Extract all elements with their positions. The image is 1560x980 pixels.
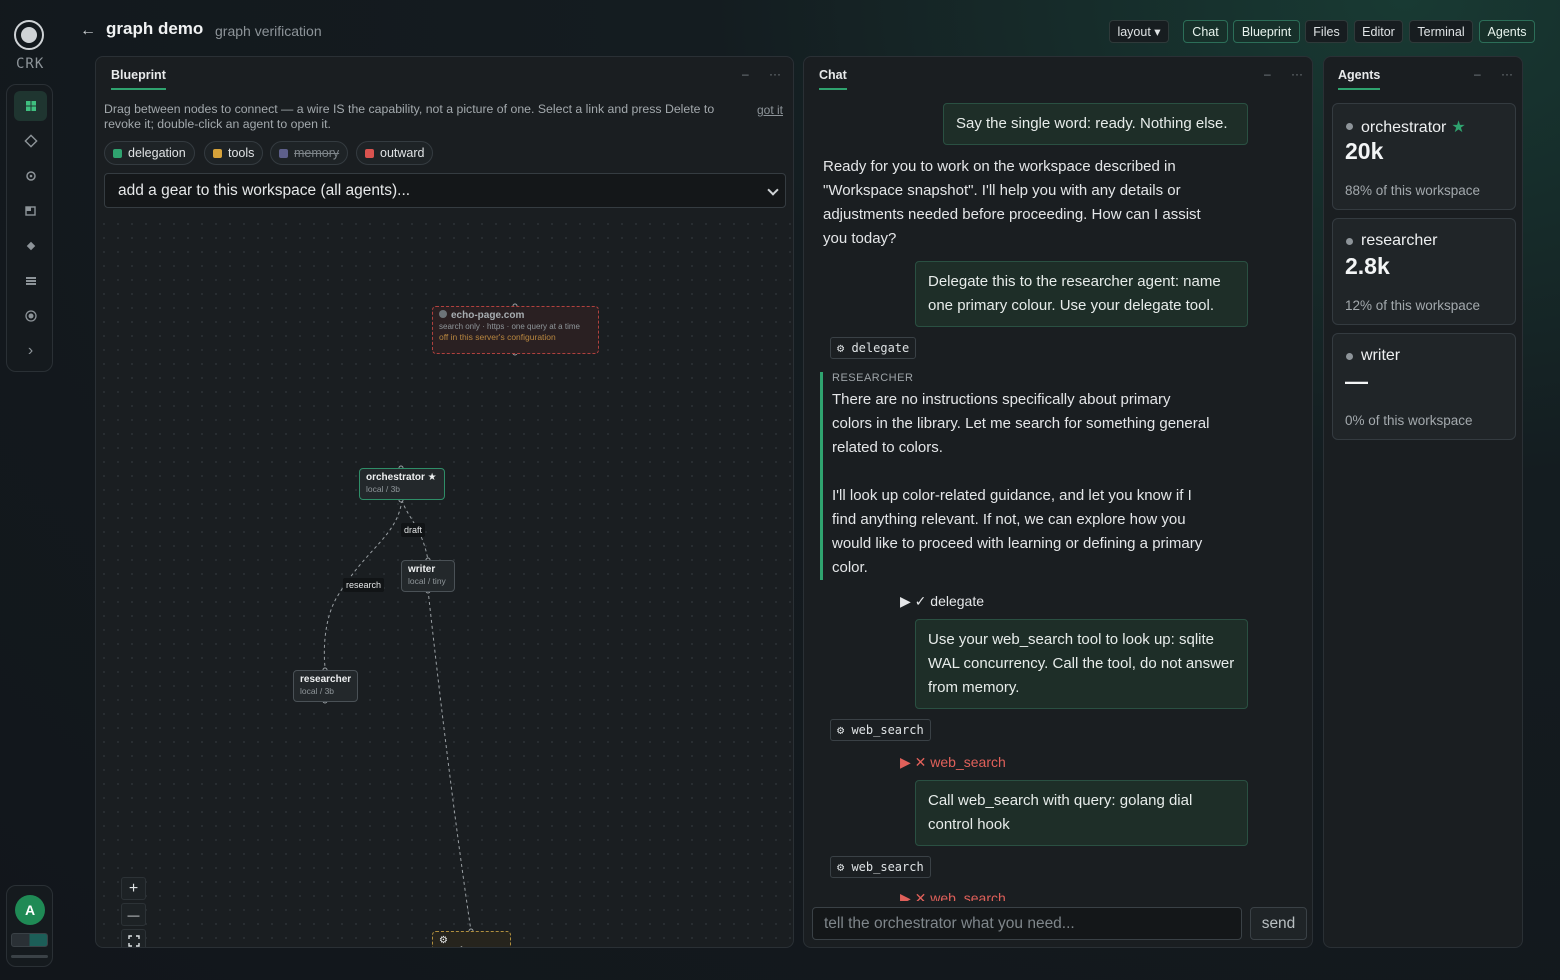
subagent-role: RESEARCHER (832, 372, 914, 384)
agent-name: orchestrator ★ (1361, 119, 1466, 136)
page-title: graph demo (106, 19, 204, 38)
chevron-down-icon (767, 184, 779, 196)
tool-call-web-search[interactable]: ⚙ web_search (830, 856, 931, 878)
agent-share: 12% of this workspace (1345, 298, 1481, 313)
agent-card-writer[interactable]: writer — 0% of this workspace (1332, 333, 1516, 440)
agent-name: researcher (1361, 232, 1438, 249)
blueprint-hint: Drag between nodes to connect — a wire I… (104, 102, 715, 131)
more-menu-button[interactable]: ··· (1501, 67, 1513, 81)
graph-canvas[interactable]: echo-page.com search only · https · one … (97, 217, 793, 947)
agents-panel: Agents – ··· orchestrator ★ 20k 88% of th… (1323, 56, 1523, 948)
more-menu-button[interactable]: ··· (769, 67, 781, 81)
agent-share: 88% of this workspace (1345, 183, 1481, 198)
logo-text: CRK (16, 56, 45, 72)
zoom-in-button[interactable]: + (121, 877, 146, 900)
tab-files[interactable]: Files (1305, 20, 1348, 43)
chat-panel-tab[interactable]: Chat (819, 68, 847, 90)
grid-icon[interactable] (14, 91, 47, 121)
edge-label-research[interactable]: research (343, 578, 385, 592)
chip-memory[interactable]: memory (270, 141, 349, 165)
memory-dot (279, 148, 288, 158)
node-researcher[interactable]: researcher local / 3b (293, 670, 358, 702)
gear-icon[interactable] (14, 161, 47, 191)
user-message: Say the single word: ready. Nothing else… (943, 103, 1248, 145)
window-icon[interactable] (14, 196, 47, 226)
subagent-text: There are no instructions specifically a… (832, 391, 1210, 456)
diamond-icon[interactable] (14, 126, 47, 156)
blueprint-panel: Blueprint – ··· Drag between nodes to co… (95, 56, 794, 948)
assistant-message: Ready for you to work on the workspace d… (823, 158, 1201, 247)
status-dot (1346, 353, 1353, 360)
agents-panel-tab[interactable]: Agents (1338, 68, 1381, 90)
sidebar-rail: › (6, 84, 53, 372)
outward-dot (365, 148, 374, 158)
status-dot (1346, 238, 1353, 245)
circle-icon[interactable] (14, 301, 47, 331)
user-message: Delegate this to the researcher agent: n… (915, 261, 1248, 327)
tool-call-delegate[interactable]: ⚙ delegate (830, 337, 917, 359)
tool-result-web-search-error[interactable]: ▶ ✕ web_search (900, 754, 1006, 771)
chip-tools[interactable]: tools (204, 141, 264, 165)
tool-result-web-search-error[interactable]: ▶ ✕ web_search (900, 890, 1006, 901)
agent-card-orchestrator[interactable]: orchestrator ★ 20k 88% of this workspace (1332, 103, 1516, 210)
chat-input[interactable]: tell the orchestrator what you need... (812, 907, 1242, 940)
got-it-link[interactable]: got it (757, 103, 783, 117)
tools-dot (213, 148, 222, 158)
layout-dropdown[interactable]: layout ▾ (1109, 20, 1169, 43)
more-menu-button[interactable]: ··· (1291, 67, 1303, 81)
agent-token-count: — (1345, 368, 1368, 394)
edge-label-draft[interactable]: draft (401, 523, 426, 537)
zoom-out-button[interactable]: — (121, 903, 146, 926)
status-dot (1346, 123, 1353, 130)
list-icon[interactable] (14, 266, 47, 296)
node-writer[interactable]: writer local / tiny (401, 560, 455, 592)
chip-delegation[interactable]: delegation (104, 141, 195, 165)
subagent-text: I'll look up color-related guidance, and… (832, 487, 1203, 576)
fit-view-icon[interactable] (121, 929, 146, 947)
star-icon: ★ (1451, 119, 1466, 136)
chat-panel: Chat – ··· Say the single word: ready. N… (803, 56, 1313, 948)
tab-blueprint[interactable]: Blueprint (1233, 20, 1300, 43)
agent-token-count: 2.8k (1345, 253, 1390, 279)
node-word-count[interactable]: ⚙ word_count pending (432, 931, 511, 947)
page-subtitle: graph verification (215, 23, 322, 39)
user-message: Call web_search with query: golang dial … (915, 780, 1248, 846)
tab-terminal[interactable]: Terminal (1409, 20, 1473, 43)
send-button[interactable]: send (1250, 907, 1307, 940)
theme-toggle[interactable] (11, 933, 48, 947)
minimize-button[interactable]: – (1264, 67, 1271, 81)
app-logo (14, 20, 44, 50)
chat-transcript[interactable]: Say the single word: ready. Nothing else… (804, 101, 1312, 901)
chip-outward[interactable]: outward (356, 141, 434, 165)
agent-card-researcher[interactable]: researcher 2.8k 12% of this workspace (1332, 218, 1516, 325)
tool-call-web-search[interactable]: ⚙ web_search (830, 719, 931, 741)
agent-share: 0% of this workspace (1345, 413, 1473, 428)
back-arrow-icon[interactable]: ← (80, 22, 96, 40)
sparkle-icon[interactable] (14, 231, 47, 261)
rail-divider (11, 955, 48, 958)
avatar[interactable]: A (15, 895, 45, 925)
node-orchestrator[interactable]: orchestrator ★ local / 3b (359, 468, 445, 500)
minimize-button[interactable]: – (1474, 67, 1481, 81)
agent-name: writer (1361, 347, 1401, 364)
tab-agents[interactable]: Agents (1479, 20, 1535, 43)
user-rail: A (6, 885, 53, 967)
subagent-reply: RESEARCHER There are no instructions spe… (820, 372, 1220, 580)
user-message: Use your web_search tool to look up: sql… (915, 619, 1248, 709)
gear-select[interactable]: add a gear to this workspace (all agents… (104, 173, 786, 208)
agent-token-count: 20k (1345, 138, 1384, 164)
tab-editor[interactable]: Editor (1354, 20, 1403, 43)
minimize-button[interactable]: – (742, 67, 749, 81)
expand-chevron-icon[interactable]: › (14, 336, 47, 366)
tool-result-delegate[interactable]: ▶ ✓ delegate (900, 593, 984, 610)
node-echo-page[interactable]: echo-page.com search only · https · one … (432, 306, 599, 354)
blueprint-panel-tab[interactable]: Blueprint (111, 68, 166, 90)
tab-chat[interactable]: Chat (1183, 20, 1228, 43)
delegation-dot (113, 148, 122, 158)
